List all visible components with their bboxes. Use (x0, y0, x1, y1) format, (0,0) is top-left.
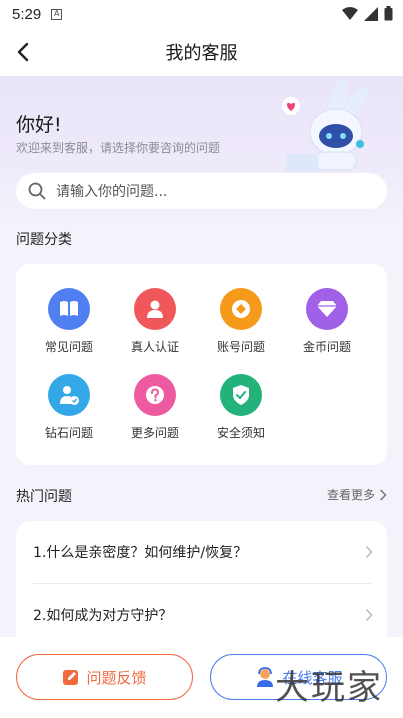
search-icon (28, 182, 46, 200)
category-label: 更多问题 (130, 426, 179, 440)
greeting-title: 你好! (16, 114, 62, 136)
user-check-icon (48, 374, 90, 416)
hot-questions-card: 1.什么是亲密度？如何维护/恢复？ 2.如何成为对方守护？ (16, 521, 387, 641)
person-icon (134, 288, 176, 330)
book-icon (48, 288, 90, 330)
category-faq[interactable]: 常见问题 (26, 288, 112, 355)
category-gold[interactable]: 金币问题 (284, 288, 370, 355)
edit-note-icon (63, 670, 79, 685)
coin-square-icon (220, 288, 262, 330)
signal-icon (364, 6, 378, 21)
notification-icon: A (51, 8, 63, 20)
categories-title: 问题分类 (16, 232, 72, 248)
category-account[interactable]: 账号问题 (198, 288, 284, 355)
view-more-label: 查看更多 (326, 488, 375, 502)
list-item[interactable]: 2.如何成为对方守护？ (16, 584, 387, 641)
category-diamond[interactable]: 钻石问题 (26, 374, 112, 441)
watermark-text: 大玩家 (275, 668, 383, 708)
category-label: 钻石问题 (44, 426, 93, 440)
support-agent-icon (257, 667, 274, 687)
category-label: 真人认证 (130, 340, 179, 354)
search-input[interactable]: 请输入你的问题... (56, 181, 167, 201)
status-bar: 5:29 A (0, 0, 403, 28)
feedback-label: 问题反馈 (86, 668, 147, 687)
category-verify[interactable]: 真人认证 (112, 288, 198, 355)
question-text: 2.如何成为对方守护？ (33, 608, 173, 624)
category-label: 常见问题 (44, 340, 93, 354)
question-icon (134, 374, 176, 416)
status-time: 5:29 (12, 5, 42, 23)
chevron-right-icon (379, 488, 387, 501)
rabbit-mascot-icon (282, 80, 369, 172)
greeting-subtitle: 欢迎来到客服，请选择你要咨询的问题 (16, 141, 221, 155)
feedback-button[interactable]: 问题反馈 (16, 654, 193, 700)
question-text: 1.什么是亲密度？如何维护/恢复？ (33, 545, 248, 561)
list-item[interactable]: 1.什么是亲密度？如何维护/恢复？ (16, 521, 387, 583)
category-label: 金币问题 (302, 340, 351, 354)
hot-questions-title: 热门问题 (16, 489, 72, 505)
categories-card: 常见问题 真人认证 账号问题 金币问题 钻石问题 更多问题 安全须知 (16, 264, 387, 465)
category-more[interactable]: 更多问题 (112, 374, 198, 441)
battery-icon (384, 6, 393, 21)
wifi-icon (342, 6, 358, 20)
category-label: 安全须知 (216, 426, 265, 440)
chevron-right-icon (365, 545, 373, 559)
category-label: 账号问题 (216, 340, 265, 354)
page-title: 我的客服 (165, 43, 238, 64)
diamond-gem-icon (306, 288, 348, 330)
back-arrow-icon[interactable] (12, 40, 36, 64)
shield-check-icon (220, 374, 262, 416)
category-safety[interactable]: 安全须知 (198, 374, 284, 441)
chevron-right-icon (365, 608, 373, 622)
view-more-link[interactable]: 查看更多 (327, 486, 387, 503)
search-bar[interactable]: 请输入你的问题... (16, 173, 387, 209)
app-bar: 我的客服 (0, 28, 403, 76)
status-indicators (342, 6, 393, 21)
